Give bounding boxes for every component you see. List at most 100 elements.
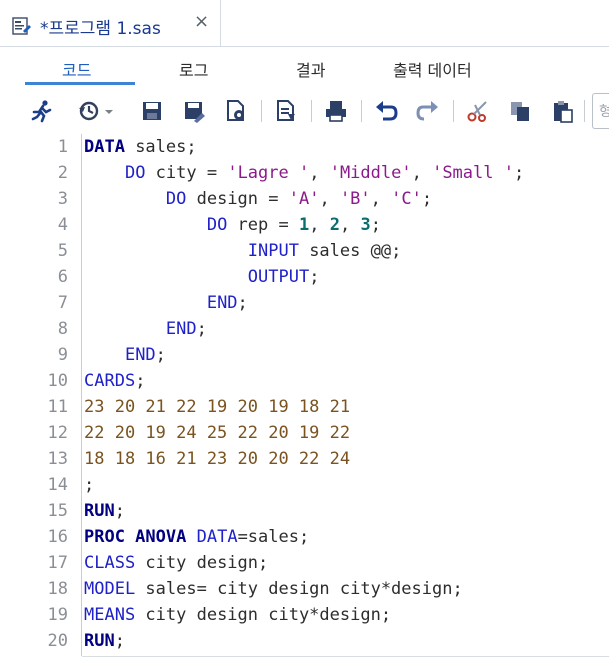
- code-line[interactable]: 1 DATA sales;: [0, 134, 609, 160]
- code-text: MODEL sales= city design city*design;: [84, 579, 463, 599]
- code-token: RUN: [84, 501, 115, 521]
- code-token: MEANS: [84, 605, 136, 625]
- code-token: DO: [206, 215, 228, 235]
- save-icon[interactable]: [140, 99, 164, 123]
- code-token: sales;: [124, 137, 197, 157]
- paste-icon[interactable]: [550, 99, 574, 123]
- code-token: ;: [237, 293, 248, 313]
- line-number: 15: [47, 501, 68, 521]
- code-text: MEANS city design city*design;: [84, 605, 391, 625]
- code-token: city design city*design;: [135, 605, 392, 625]
- code-token: 'B': [339, 189, 371, 209]
- code-token: 3: [360, 215, 371, 235]
- code-editor[interactable]: 1 DATA sales; 2 DO city = 'Lagre ', 'Middl…: [0, 134, 609, 657]
- code-text: DO design = 'A', 'B', 'C';: [84, 189, 432, 209]
- code-token: city =: [145, 163, 228, 183]
- code-token: ;: [421, 189, 433, 209]
- code-token: 'Small ': [432, 163, 514, 183]
- toolbar-separator: [261, 100, 262, 122]
- code-line[interactable]: 4 DO rep = 1, 2, 3;: [0, 212, 609, 238]
- cut-icon[interactable]: [466, 99, 490, 123]
- code-line[interactable]: 15 RUN;: [0, 498, 609, 524]
- history-icon[interactable]: [78, 99, 102, 123]
- line-number: 18: [47, 579, 68, 599]
- code-line[interactable]: 20 RUN;: [0, 628, 609, 654]
- code-line[interactable]: 10 CARDS;: [0, 368, 609, 394]
- code-line[interactable]: 3 DO design = 'A', 'B', 'C';: [0, 186, 609, 212]
- code-line[interactable]: 17 CLASS city design;: [0, 550, 609, 576]
- tab-code[interactable]: 코드: [62, 57, 91, 81]
- code-token: PROC ANOVA: [84, 527, 187, 547]
- code-line[interactable]: 13 18 18 16 21 23 20 20 22 24: [0, 446, 609, 472]
- line-number: 11: [47, 397, 68, 417]
- code-text: CLASS city design;: [84, 553, 268, 573]
- code-line[interactable]: 19 MEANS city design city*design;: [0, 602, 609, 628]
- code-line[interactable]: 12 22 20 19 24 25 22 20 19 22: [0, 420, 609, 446]
- code-text: OUTPUT;: [84, 267, 320, 287]
- code-text: CARDS;: [84, 371, 145, 391]
- run-icon[interactable]: [30, 99, 54, 123]
- code-token: 'Lagre ': [227, 163, 310, 183]
- line-number: 17: [47, 553, 68, 573]
- line-number: 6: [57, 267, 68, 287]
- editor-toolbar: 형: [0, 91, 609, 131]
- code-text: DO rep = 1, 2, 3;: [84, 215, 381, 235]
- code-line[interactable]: 16 PROC ANOVA DATA=sales;: [0, 524, 609, 550]
- code-token: city design;: [135, 553, 269, 573]
- code-line[interactable]: 5 INPUT sales @@;: [0, 238, 609, 264]
- code-line[interactable]: 6 OUTPUT;: [0, 264, 609, 290]
- code-token: ;: [84, 475, 95, 495]
- close-icon[interactable]: ×: [194, 11, 209, 32]
- code-text: 23 20 21 22 19 20 19 18 21: [84, 397, 350, 417]
- code-line[interactable]: 14;: [0, 472, 609, 498]
- tab-log[interactable]: 로그: [179, 57, 208, 81]
- document-tab[interactable]: *프로그램 1.sas ×: [0, 0, 221, 46]
- code-line[interactable]: 9 END;: [0, 342, 609, 368]
- code-token: ,: [309, 163, 330, 183]
- code-line[interactable]: 8 END;: [0, 316, 609, 342]
- code-token: CLASS: [84, 553, 136, 573]
- code-text: 22 20 19 24 25 22 20 19 22: [84, 423, 350, 443]
- code-token: END: [124, 345, 156, 365]
- undo-icon[interactable]: [374, 99, 398, 123]
- code-token: 22 20 19 24 25 22 20 19 22: [84, 423, 351, 443]
- code-text: ;: [84, 475, 94, 495]
- code-line[interactable]: 2 DO city = 'Lagre ', 'Middle', 'Small '…: [0, 160, 609, 186]
- redo-icon[interactable]: [416, 99, 440, 123]
- line-number: 20: [47, 631, 68, 651]
- line-number: 1: [57, 137, 68, 157]
- code-line[interactable]: 7 END;: [0, 290, 609, 316]
- code-token: 1: [298, 215, 310, 235]
- toolbar-separator: [453, 100, 454, 122]
- tab-output-data[interactable]: 출력 데이터: [393, 57, 472, 81]
- open-icon[interactable]: [224, 99, 248, 123]
- chevron-down-icon[interactable]: [102, 99, 116, 123]
- line-number: 5: [57, 241, 68, 261]
- save-as-icon[interactable]: [182, 99, 206, 123]
- format-icon[interactable]: [274, 99, 298, 123]
- search-input-glyph: 형: [599, 104, 609, 120]
- tab-results[interactable]: 결과: [296, 57, 325, 81]
- code-line[interactable]: 18 MODEL sales= city design city*design;: [0, 576, 609, 602]
- code-line[interactable]: 11 23 20 21 22 19 20 19 18 21: [0, 394, 609, 420]
- code-token: ;: [155, 345, 166, 365]
- line-number: 8: [57, 319, 68, 339]
- toolbar-separator: [361, 100, 362, 122]
- code-text: END;: [84, 293, 248, 313]
- search-input[interactable]: 형: [592, 93, 609, 129]
- code-text: INPUT sales @@;: [84, 241, 402, 261]
- print-icon[interactable]: [324, 99, 348, 123]
- code-token: END: [206, 293, 238, 313]
- code-token: DO: [165, 189, 187, 209]
- code-token: ;: [370, 215, 381, 235]
- copy-icon[interactable]: [508, 99, 532, 123]
- active-tab-indicator: [25, 82, 135, 85]
- code-token: 'A': [288, 189, 320, 209]
- toolbar-separator: [584, 100, 585, 122]
